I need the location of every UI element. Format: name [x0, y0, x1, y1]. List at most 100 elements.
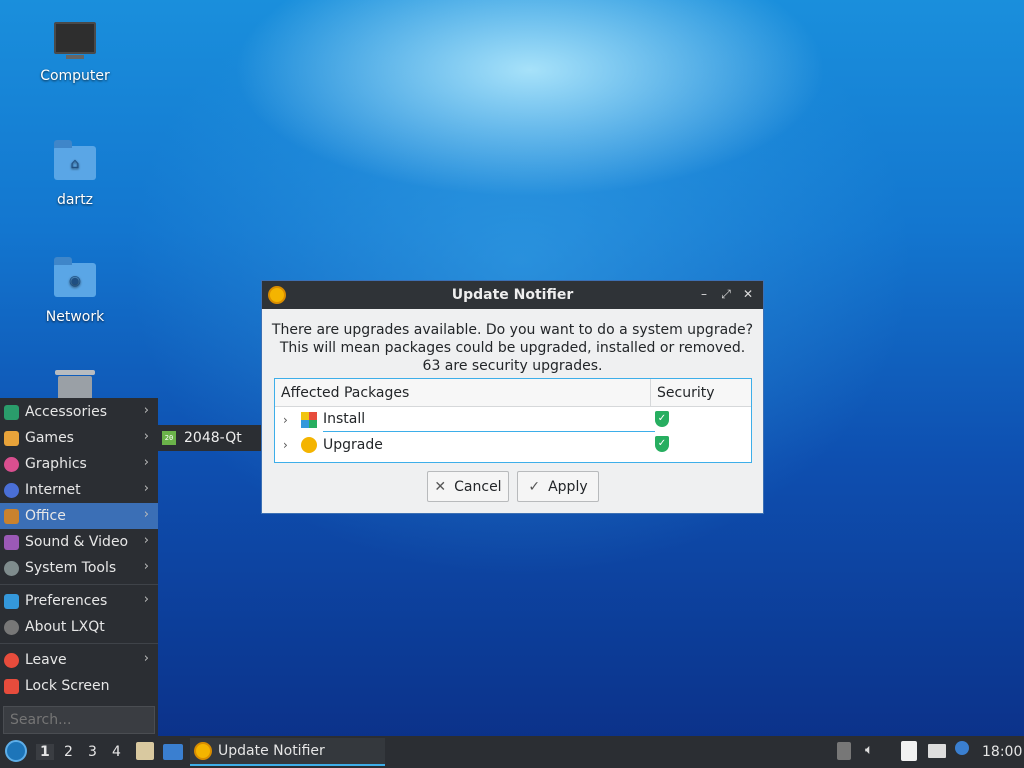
- dialog-message: There are upgrades available. Do you wan…: [262, 321, 763, 375]
- menu-item-graphics[interactable]: Graphics ›: [0, 451, 158, 477]
- menu-item-leave[interactable]: Leave ›: [0, 647, 158, 673]
- accessories-icon: [4, 404, 19, 420]
- task-label: Update Notifier: [218, 743, 325, 759]
- sound-video-icon: [4, 534, 19, 550]
- menu-item-label: Sound & Video: [25, 534, 129, 550]
- desktop-icon-computer[interactable]: Computer: [25, 22, 125, 84]
- menu-item-label: Graphics: [25, 456, 87, 472]
- menu-item-system-tools[interactable]: System Tools ›: [0, 555, 158, 581]
- chevron-right-icon: ›: [143, 651, 149, 666]
- preferences-icon: [4, 593, 19, 609]
- checkmark-icon: ✓: [528, 478, 541, 495]
- show-desktop-icon[interactable]: [163, 744, 183, 760]
- apply-button-label: Apply: [548, 478, 588, 495]
- menu-item-sound-video[interactable]: Sound & Video ›: [0, 529, 158, 555]
- lxqt-menu-icon[interactable]: [5, 740, 27, 762]
- update-alert-icon[interactable]: [955, 741, 969, 755]
- network-folder-icon: ◉: [53, 257, 97, 303]
- dialog-title: Update Notifier: [451, 287, 574, 303]
- volume-icon[interactable]: 🔈︎: [865, 742, 873, 758]
- menu-item-label: Preferences: [25, 593, 108, 609]
- chevron-right-icon: ›: [143, 507, 149, 522]
- tree-row-label: Upgrade: [323, 436, 383, 453]
- cancel-button-label: Cancel: [454, 478, 502, 495]
- install-icon: [301, 411, 317, 428]
- menu-item-label: Internet: [25, 482, 81, 498]
- power-icon: [4, 652, 19, 668]
- workspace-1[interactable]: 1: [36, 744, 54, 760]
- expand-arrow-icon[interactable]: ›: [275, 413, 293, 427]
- lock-icon: [4, 678, 19, 694]
- update-notifier-icon: [268, 286, 286, 304]
- menu-item-label: Games: [25, 430, 74, 446]
- workspace-3[interactable]: 3: [88, 744, 97, 760]
- workspace-2[interactable]: 2: [64, 744, 73, 760]
- desktop-icon-label: Network: [45, 309, 105, 325]
- graphics-icon: [4, 456, 19, 472]
- menu-item-office[interactable]: Office ›: [0, 503, 158, 529]
- file-manager-icon[interactable]: [136, 742, 154, 760]
- tree-row-install[interactable]: › Install ✓: [275, 407, 751, 432]
- chevron-right-icon: ›: [143, 429, 149, 444]
- security-shield-icon: ✓: [655, 436, 669, 452]
- chevron-right-icon: ›: [143, 533, 149, 548]
- menu-item-label: About LXQt: [25, 619, 105, 635]
- chevron-right-icon: ›: [143, 403, 149, 418]
- affected-packages-tree[interactable]: Affected Packages Security › Install ✓ ›…: [274, 378, 752, 463]
- game-2048-icon: 20: [162, 431, 176, 445]
- menu-item-internet[interactable]: Internet ›: [0, 477, 158, 503]
- minimize-icon[interactable]: –: [697, 287, 711, 302]
- computer-icon: [53, 22, 97, 62]
- menu-item-preferences[interactable]: Preferences ›: [0, 588, 158, 614]
- submenu-item-2048-qt[interactable]: 20 2048-Qt: [158, 425, 272, 451]
- menu-item-games[interactable]: Games ›: [0, 425, 158, 451]
- menu-separator: [0, 643, 158, 644]
- menu-item-accessories[interactable]: Accessories ›: [0, 399, 158, 425]
- dialog-titlebar[interactable]: Update Notifier – ⤢ ✕: [262, 281, 763, 309]
- security-shield-icon: ✓: [655, 411, 669, 427]
- menu-item-label: Office: [25, 508, 66, 524]
- internet-icon: [4, 482, 19, 498]
- message-line: This will mean packages could be upgrade…: [279, 340, 746, 356]
- update-notifier-icon: [194, 742, 212, 760]
- maximize-icon[interactable]: ⤢: [719, 287, 733, 302]
- menu-item-label: Leave: [25, 652, 67, 668]
- message-line: There are upgrades available. Do you wan…: [271, 322, 754, 338]
- menu-item-label: Accessories: [25, 404, 108, 420]
- menu-item-label: Lock Screen: [25, 678, 110, 694]
- menu-search-input[interactable]: [3, 706, 155, 734]
- menu-item-lock-screen[interactable]: Lock Screen: [0, 673, 158, 699]
- tree-row-upgrade[interactable]: › Upgrade ✓: [275, 432, 751, 457]
- apply-button[interactable]: ✓ Apply: [517, 471, 599, 502]
- tree-header: Affected Packages Security: [275, 379, 751, 407]
- close-icon[interactable]: ✕: [741, 287, 755, 302]
- message-line: 63 are security upgrades.: [422, 358, 603, 374]
- games-icon: [4, 430, 19, 446]
- tree-row-label: Install: [323, 407, 655, 432]
- taskbar: 1 2 3 4 Update Notifier 🔈︎ 18:00: [0, 736, 1024, 768]
- chevron-right-icon: ›: [143, 559, 149, 574]
- tray-arrow-icon[interactable]: [837, 742, 851, 760]
- column-header-packages[interactable]: Affected Packages: [275, 379, 651, 406]
- cancel-icon: ✕: [434, 478, 447, 495]
- desktop-icon-dartz[interactable]: ⌂ dartz: [25, 140, 125, 208]
- column-header-security[interactable]: Security: [651, 379, 721, 406]
- office-icon: [4, 508, 19, 524]
- workspace-4[interactable]: 4: [112, 744, 121, 760]
- cancel-button[interactable]: ✕ Cancel: [427, 471, 509, 502]
- menu-item-about-lxqt[interactable]: About LXQt: [0, 614, 158, 640]
- menu-item-label: System Tools: [25, 560, 117, 576]
- clipboard-icon[interactable]: [901, 741, 917, 761]
- expand-arrow-icon[interactable]: ›: [275, 438, 293, 452]
- home-folder-icon: ⌂: [53, 140, 97, 186]
- chevron-right-icon: ›: [143, 592, 149, 607]
- network-icon[interactable]: [928, 744, 946, 758]
- desktop-icon-label: dartz: [56, 192, 94, 208]
- info-icon: [4, 619, 19, 635]
- menu-separator: [0, 584, 158, 585]
- system-tools-icon: [4, 560, 19, 576]
- application-menu: Accessories › Games › Graphics › Interne…: [0, 398, 158, 736]
- clock[interactable]: 18:00: [982, 744, 1022, 760]
- desktop-icon-network[interactable]: ◉ Network: [25, 257, 125, 325]
- task-update-notifier[interactable]: Update Notifier: [190, 738, 385, 766]
